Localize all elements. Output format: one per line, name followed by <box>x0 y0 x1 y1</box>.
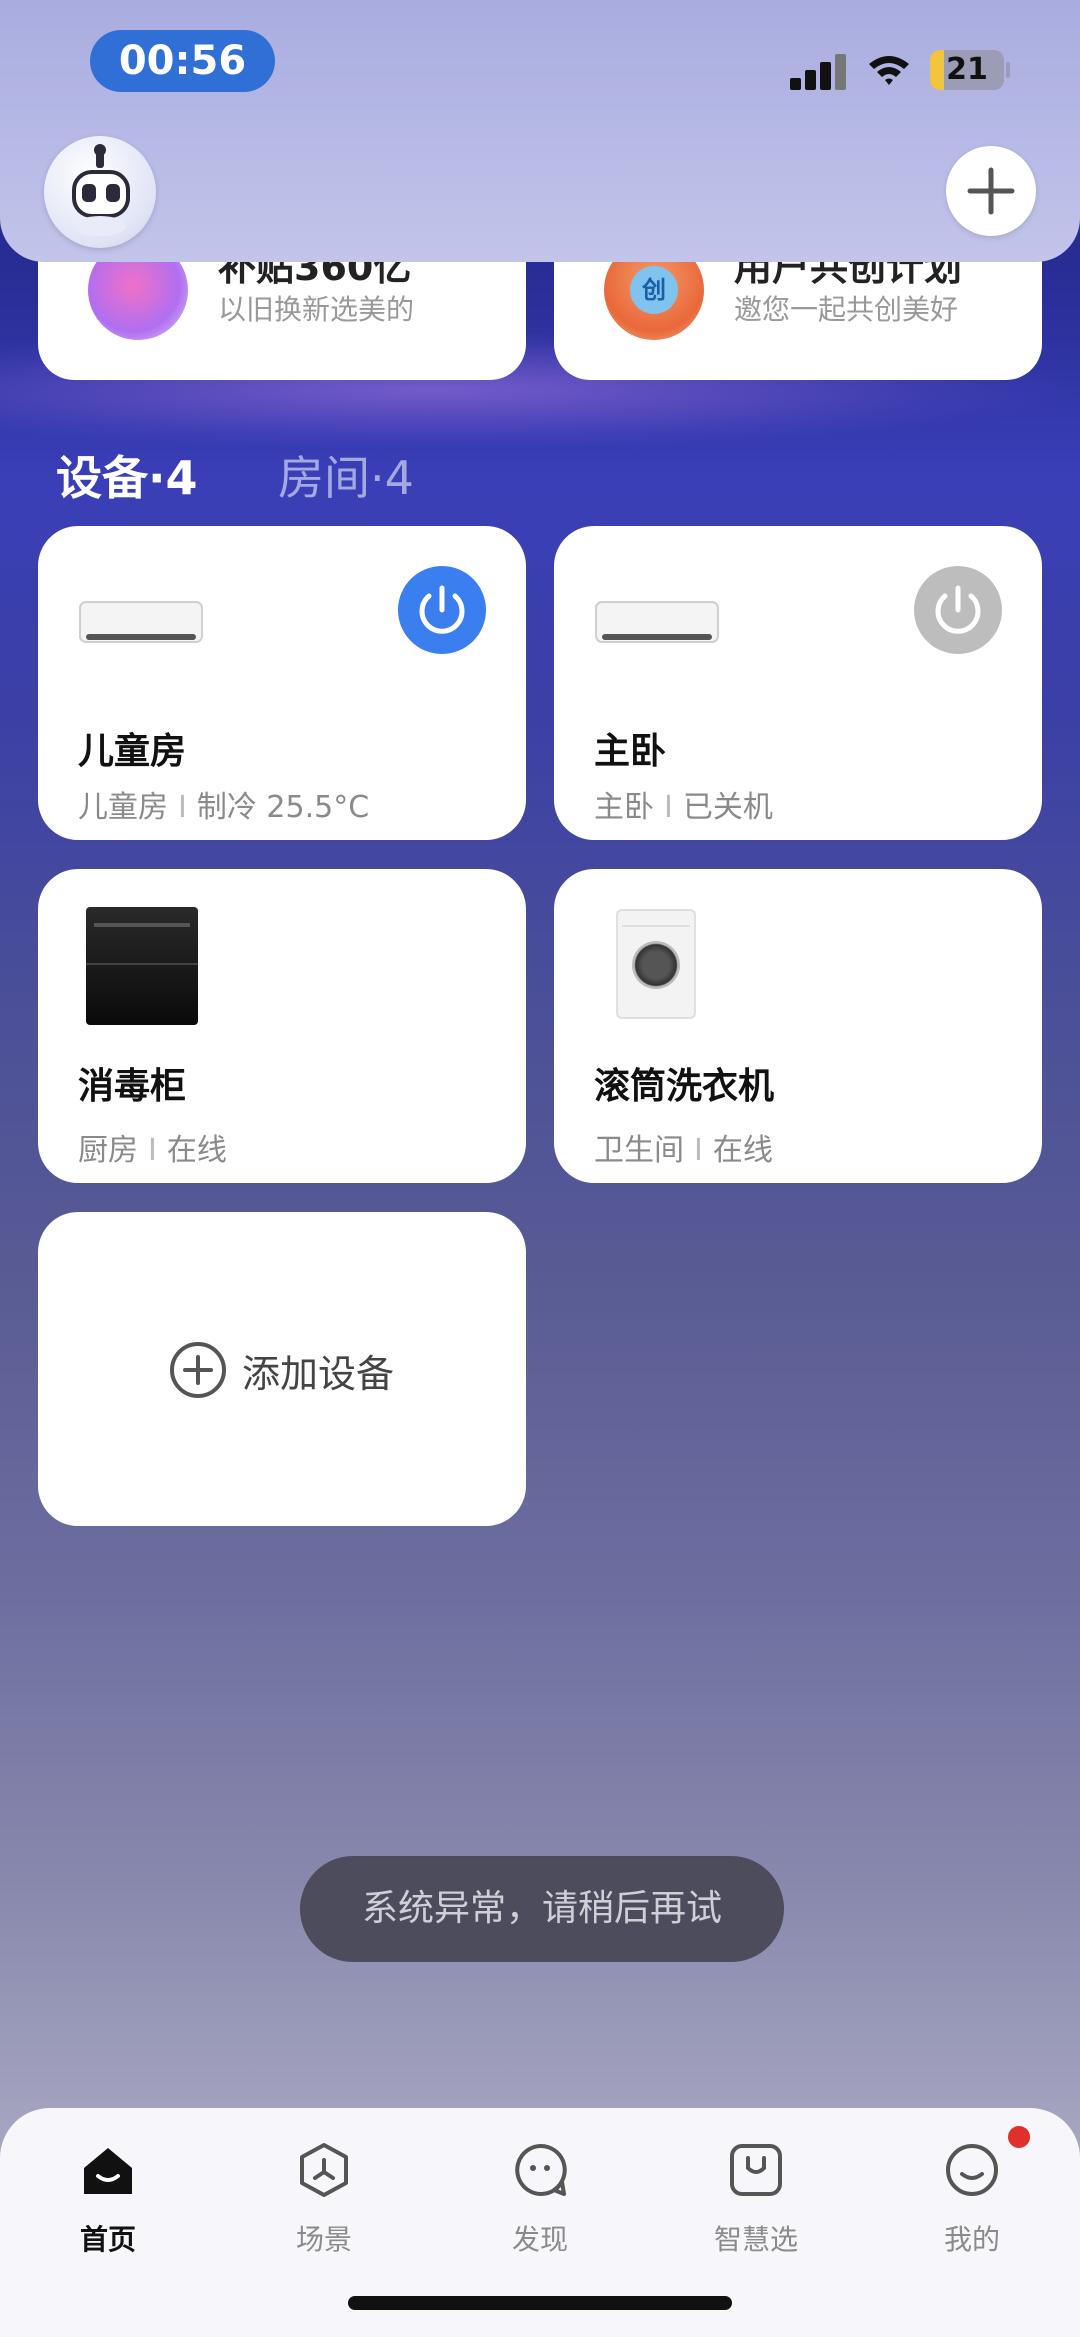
shop-bag-icon <box>730 2144 782 2196</box>
meta-separator: I <box>178 790 187 825</box>
nav-label: 我的 <box>943 2223 1000 2256</box>
nav-item-home[interactable]: 首页 <box>38 2130 178 2258</box>
battery-indicator: 21 <box>930 50 1004 90</box>
device-room: 厨房 <box>78 1133 138 1168</box>
device-room: 主卧 <box>594 790 654 825</box>
device-status: 制冷 25.5°C <box>196 790 370 825</box>
device-name: 儿童房 <box>78 731 187 772</box>
device-card-disinfection-cabinet[interactable]: 消毒柜 厨房 I 在线 <box>38 869 526 1183</box>
wifi-icon <box>869 56 909 85</box>
disinfection-cabinet-image <box>86 907 198 1025</box>
meta-separator: I <box>148 1133 157 1168</box>
device-room: 卫生间 <box>594 1133 684 1168</box>
add-device-label: 添加设备 <box>242 1351 395 1396</box>
device-status: 在线 <box>166 1133 227 1168</box>
nav-item-discover[interactable]: 发现 <box>470 2130 610 2258</box>
washing-machine-image <box>616 909 696 1019</box>
assistant-robot-avatar[interactable] <box>44 136 156 248</box>
meta-separator: I <box>664 790 673 825</box>
nav-item-profile[interactable]: 我的 <box>902 2130 1042 2258</box>
add-button[interactable] <box>946 146 1036 236</box>
tab-rooms[interactable]: 房间·4 <box>278 442 414 508</box>
notification-dot <box>1008 2126 1030 2148</box>
add-device-content: 添加设备 <box>168 1340 394 1400</box>
device-name: 主卧 <box>594 731 667 772</box>
battery-nub <box>1006 62 1010 78</box>
status-time: 00:56 <box>90 30 275 92</box>
device-status: 在线 <box>712 1133 773 1168</box>
device-meta: 儿童房 I 制冷 25.5°C <box>78 782 369 826</box>
nav-item-scene[interactable]: 场景 <box>254 2130 394 2258</box>
device-meta: 厨房 I 在线 <box>78 1125 227 1169</box>
device-card-kids-room-ac[interactable]: 儿童房 儿童房 I 制冷 25.5°C <box>38 526 526 840</box>
top-header: 00:56 21 <box>0 0 1080 262</box>
battery-level: 21 <box>946 52 988 87</box>
power-icon <box>935 585 981 634</box>
power-toggle-button[interactable] <box>398 566 486 654</box>
nav-label: 场景 <box>295 2223 352 2256</box>
air-conditioner-image <box>595 601 719 643</box>
home-indicator <box>348 2296 732 2310</box>
device-meta: 主卧 I 已关机 <box>594 782 773 826</box>
device-card-washing-machine[interactable]: 滚筒洗衣机 卫生间 I 在线 <box>554 869 1042 1183</box>
meta-separator: I <box>694 1133 703 1168</box>
scene-icon <box>300 2143 348 2197</box>
promo-badge: 创 <box>630 266 678 314</box>
plus-circle-icon <box>170 1342 226 1398</box>
promo-subtitle: 以旧换新选美的 <box>218 293 415 326</box>
nav-label: 发现 <box>511 2223 568 2256</box>
discover-icon <box>515 2143 567 2196</box>
device-status: 已关机 <box>682 790 773 825</box>
device-room: 儿童房 <box>78 790 168 825</box>
nav-label: 首页 <box>79 2223 136 2256</box>
device-name: 消毒柜 <box>78 1066 187 1107</box>
nav-item-smart-select[interactable]: 智慧选 <box>686 2130 826 2258</box>
device-card-master-bedroom-ac[interactable]: 主卧 主卧 I 已关机 <box>554 526 1042 840</box>
air-conditioner-image <box>79 601 203 643</box>
add-device-card[interactable]: 添加设备 <box>38 1212 526 1526</box>
power-toggle-button[interactable] <box>914 566 1002 654</box>
profile-icon <box>946 2144 998 2196</box>
cellular-signal-icon <box>790 52 846 90</box>
device-name: 滚筒洗衣机 <box>594 1066 775 1107</box>
error-toast: 系统异常，请稍后再试 <box>300 1856 784 1962</box>
nav-label: 智慧选 <box>713 2223 798 2256</box>
power-icon <box>419 585 465 634</box>
tab-devices[interactable]: 设备·4 <box>56 442 197 508</box>
device-meta: 卫生间 I 在线 <box>594 1125 773 1169</box>
robot-icon <box>72 144 130 236</box>
plus-icon <box>967 167 1015 215</box>
home-icon <box>84 2148 132 2194</box>
promo-subtitle: 邀您一起共创美好 <box>734 293 959 326</box>
